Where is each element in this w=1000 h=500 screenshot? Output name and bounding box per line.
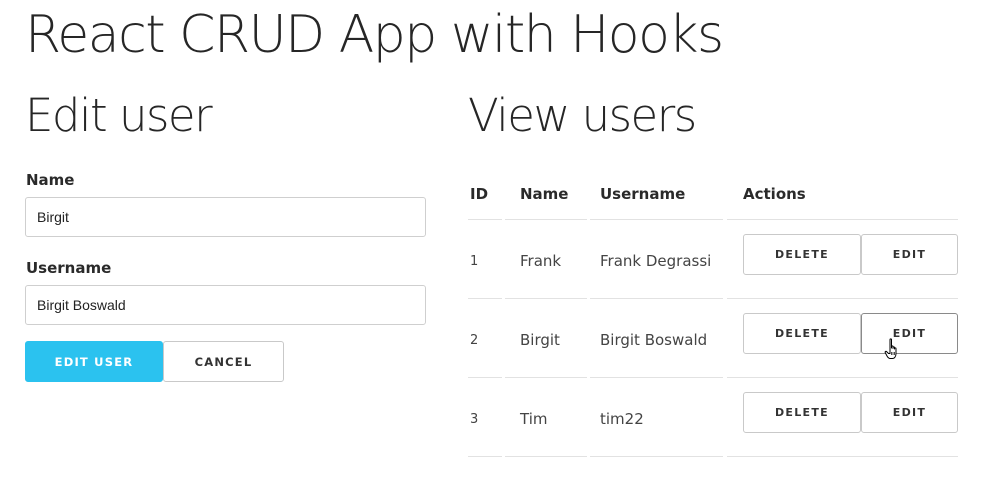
cell-username: Frank Degrassi: [600, 252, 712, 270]
delete-button[interactable]: DELETE: [743, 234, 861, 275]
table-divider: [468, 456, 502, 457]
edit-button[interactable]: EDIT: [861, 234, 958, 275]
cell-id: 3: [470, 412, 479, 427]
table-divider: [727, 377, 958, 378]
name-label: Name: [26, 171, 75, 189]
cell-id: 1: [470, 254, 479, 269]
table-divider: [505, 219, 587, 220]
edit-user-button[interactable]: EDIT USER: [25, 341, 163, 382]
table-divider: [727, 219, 958, 220]
edit-user-heading: Edit user: [25, 89, 213, 142]
table-divider: [590, 298, 723, 299]
cancel-button[interactable]: CANCEL: [163, 341, 284, 382]
table-divider: [468, 219, 502, 220]
cell-name: Frank: [520, 252, 562, 270]
table-divider: [727, 456, 958, 457]
cell-id: 2: [470, 333, 479, 348]
table-divider: [590, 377, 723, 378]
table-divider: [505, 298, 587, 299]
cell-username: Birgit Boswald: [600, 331, 708, 349]
table-divider: [590, 219, 723, 220]
cell-name: Birgit: [520, 331, 560, 349]
hand-pointer-icon: [884, 338, 897, 359]
table-divider: [505, 377, 587, 378]
cell-username: tim22: [600, 410, 644, 428]
cell-name: Tim: [520, 410, 548, 428]
edit-button[interactable]: EDIT: [861, 313, 958, 354]
delete-button[interactable]: DELETE: [743, 392, 861, 433]
table-divider: [468, 298, 502, 299]
table-divider: [468, 377, 502, 378]
table-divider: [727, 298, 958, 299]
edit-button[interactable]: EDIT: [861, 392, 958, 433]
view-users-heading: View users: [468, 89, 697, 142]
column-header-actions: Actions: [743, 185, 806, 203]
delete-button[interactable]: DELETE: [743, 313, 861, 354]
column-header-name: Name: [520, 185, 569, 203]
table-divider: [505, 456, 587, 457]
column-header-id: ID: [470, 185, 489, 203]
app-title: React CRUD App with Hooks: [25, 5, 724, 65]
column-header-username: Username: [600, 185, 686, 203]
table-divider: [590, 456, 723, 457]
username-label: Username: [26, 259, 112, 277]
username-input[interactable]: [25, 285, 426, 325]
name-input[interactable]: [25, 197, 426, 237]
